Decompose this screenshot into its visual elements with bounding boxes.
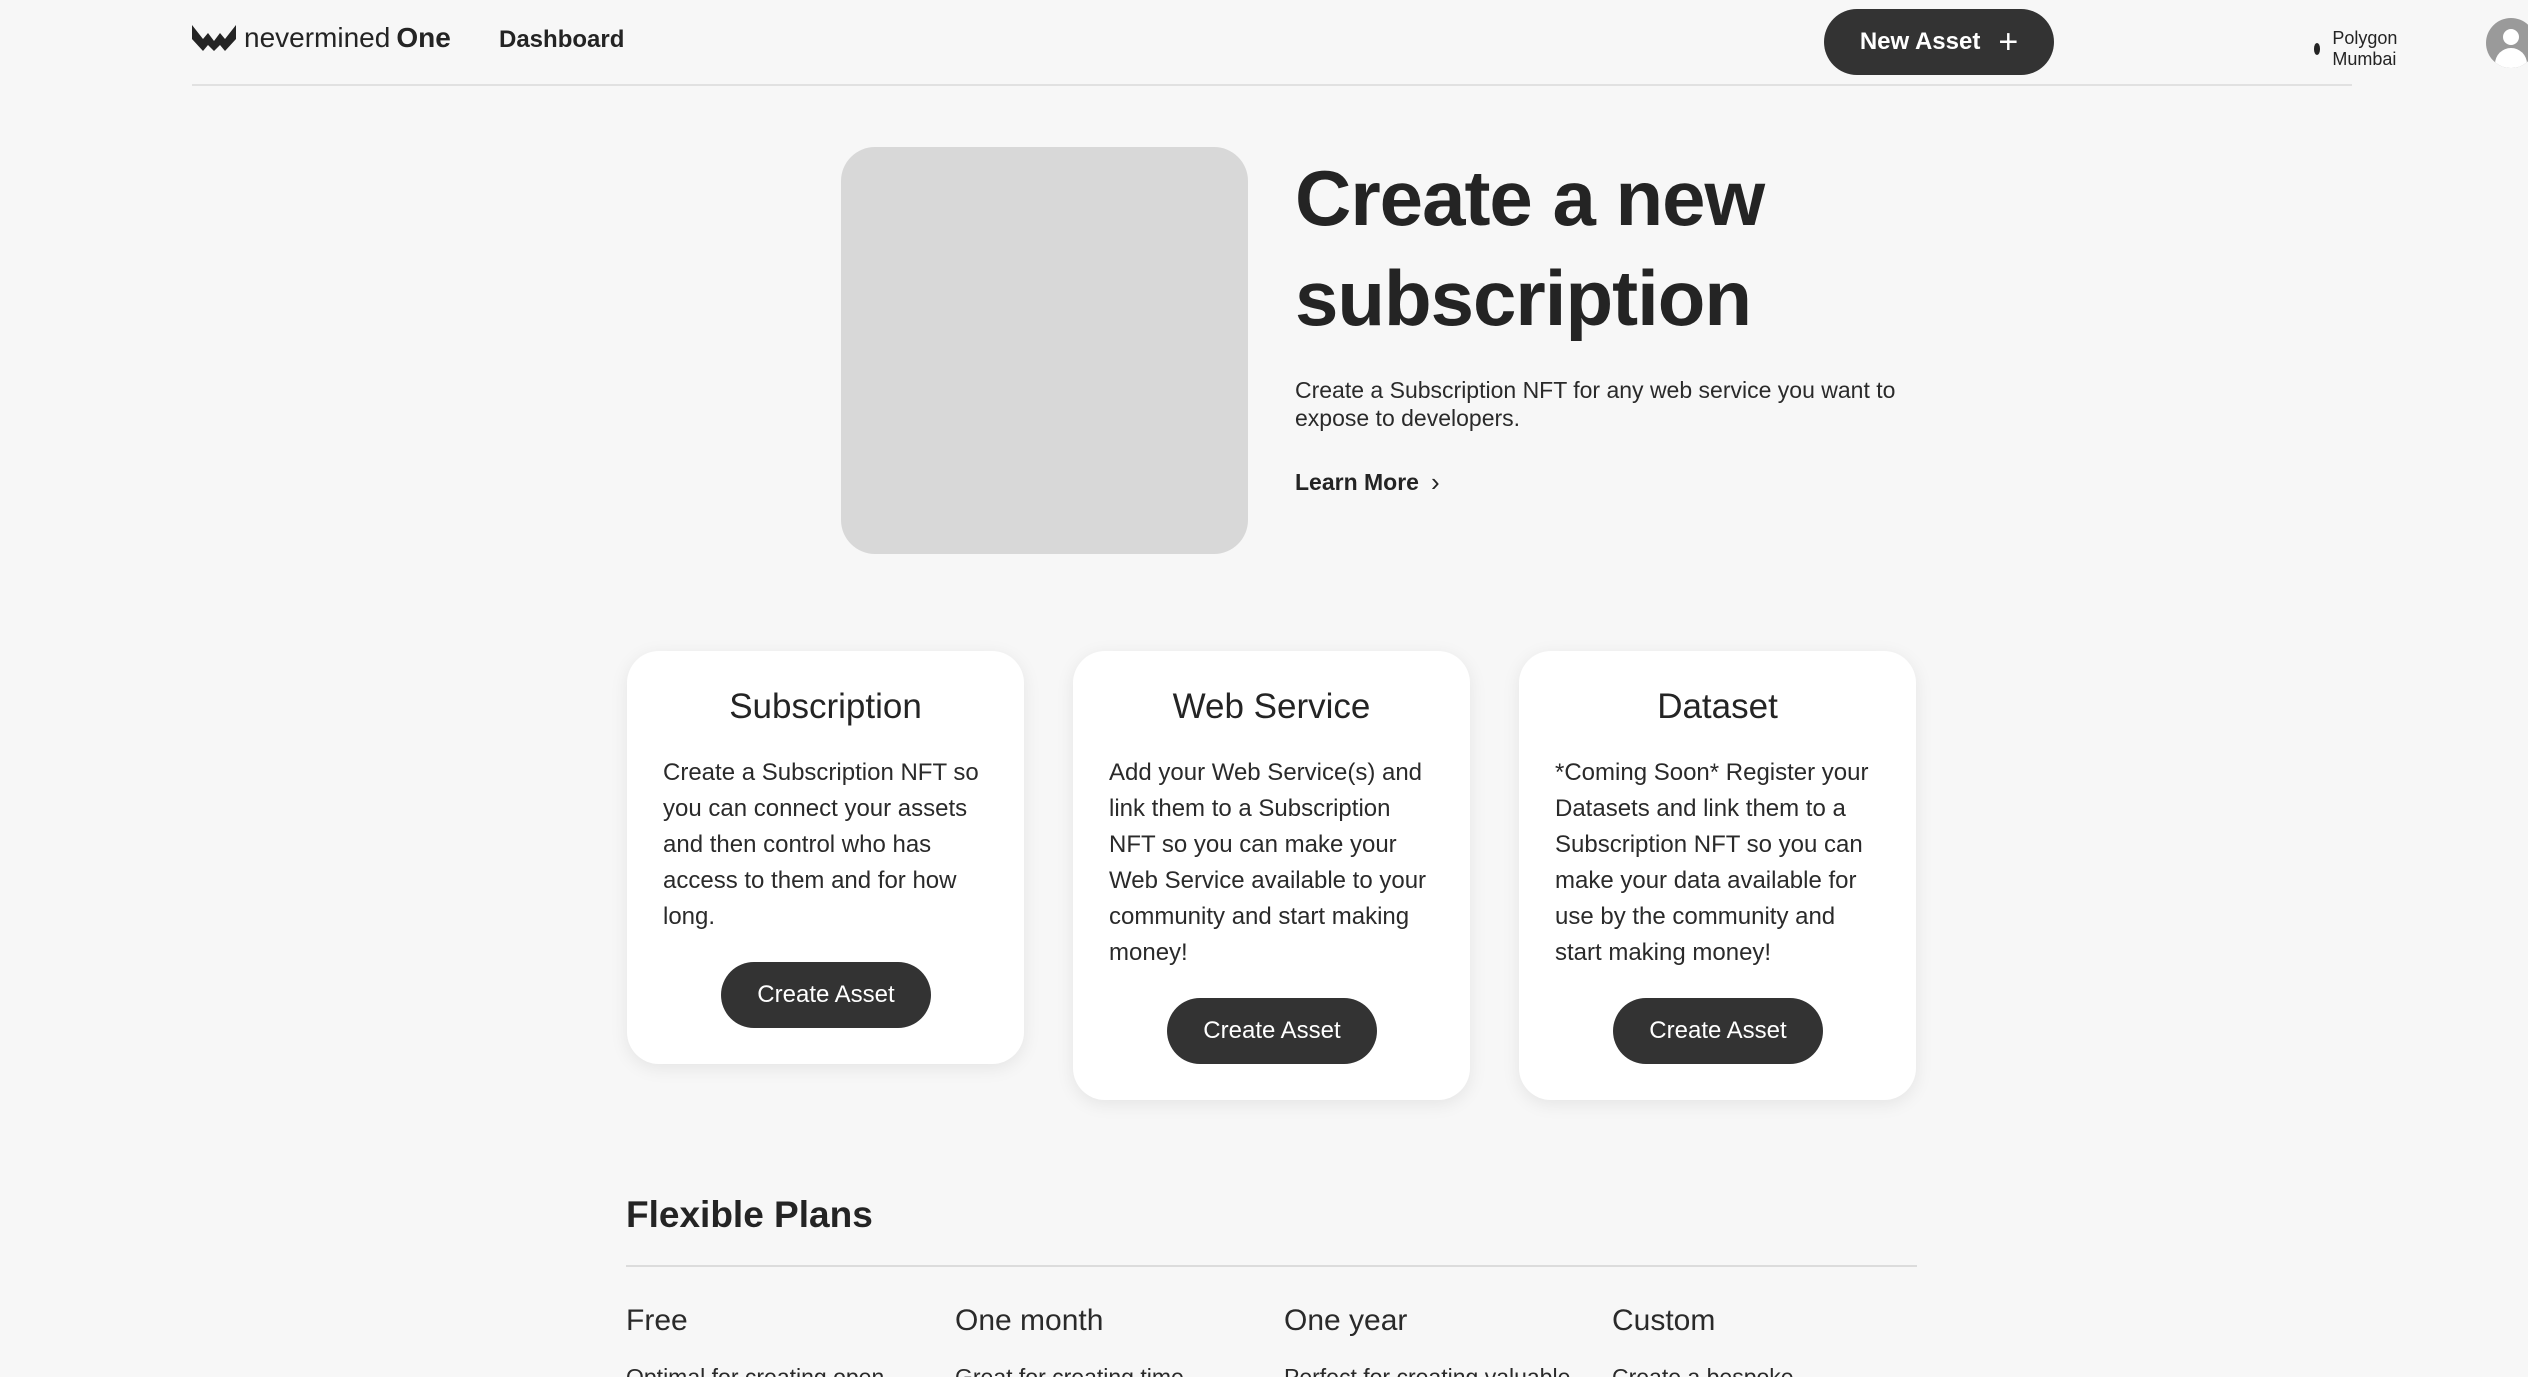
divider [626,1265,1917,1267]
page-title: Create a new subscription [1295,154,1765,342]
card-description: *Coming Soon* Register your Datasets and… [1555,759,1869,966]
card-description: Add your Web Service(s) and link them to… [1109,759,1427,966]
hero-image-placeholder [841,147,1248,554]
plan-name-one-month: One month [955,1304,1104,1337]
card-web-service: Web Service Add your Web Service(s) and … [1073,651,1470,1100]
card-title: Dataset [1657,687,1778,726]
network-label: Polygon Mumbai [2332,28,2398,69]
plan-name-custom: Custom [1612,1304,1716,1337]
nevermined-logo-icon [192,25,236,51]
card-title: Subscription [729,687,922,726]
card-subscription: Subscription Create a Subscription NFT s… [627,651,1024,1064]
chevron-right-icon: › [1430,467,1440,497]
logo[interactable]: nevermined One [192,22,451,54]
plan-desc-one-year: Perfect for creating valuable [1284,1364,1571,1377]
card-title: Web Service [1172,687,1371,726]
create-subscription-button[interactable]: Create Asset [721,962,931,1028]
plan-name-one-year: One year [1284,1304,1408,1337]
plan-desc-free: Optimal for creating open [626,1364,885,1377]
user-avatar-icon[interactable] [2486,18,2528,68]
page: nevermined One Dashboard New Asset + Poly… [0,0,2528,1377]
network-indicator[interactable]: Polygon Mumbai [2314,28,2403,70]
network-status-dot-icon [2314,43,2321,55]
plans-section-title: Flexible Plans [626,1194,873,1235]
learn-more-link[interactable]: Learn More › [1295,467,1440,498]
plan-desc-custom: Create a bespoke [1612,1364,1794,1377]
nav-dashboard-link[interactable]: Dashboard [499,26,624,54]
new-asset-label: New Asset [1859,28,1981,55]
create-dataset-button[interactable]: Create Asset [1613,998,1823,1064]
learn-more-label: Learn More [1295,469,1419,495]
card-dataset: Dataset *Coming Soon* Register your Data… [1519,651,1916,1100]
create-web-service-button[interactable]: Create Asset [1167,998,1377,1064]
hero-description: Create a Subscription NFT for any web se… [1295,377,1896,431]
top-navbar: nevermined One Dashboard New Asset + Poly… [192,0,2528,86]
card-description: Create a Subscription NFT so you can con… [663,759,979,930]
plan-desc-one-month: Great for creating time [955,1364,1184,1377]
plan-name-free: Free [626,1304,688,1337]
plus-icon: + [1998,23,2019,61]
new-asset-button[interactable]: New Asset + [1824,9,2054,75]
logo-text: nevermined One [244,22,451,53]
